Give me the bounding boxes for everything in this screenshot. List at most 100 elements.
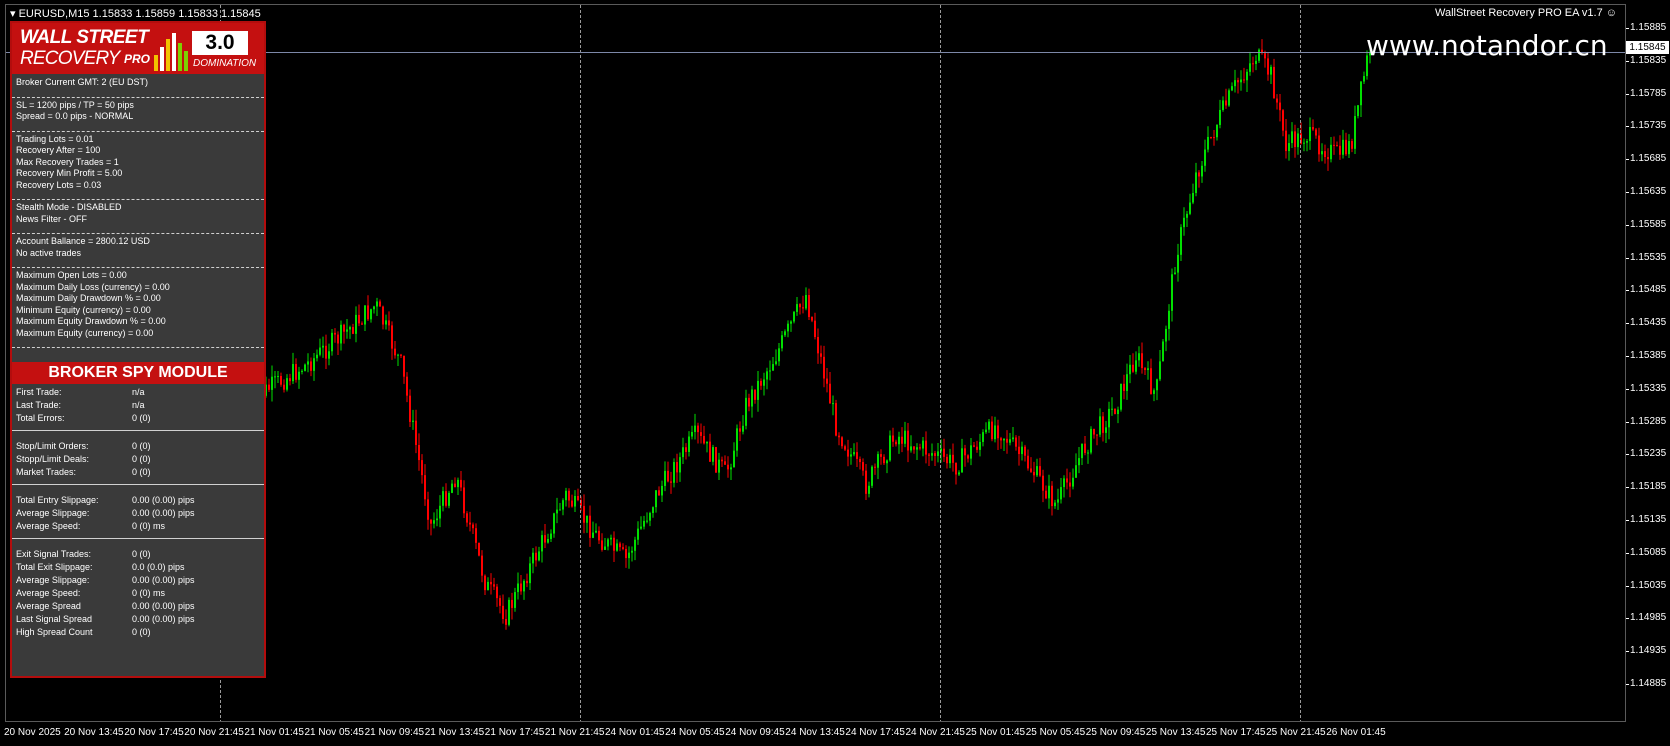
- candle-body: [538, 551, 540, 561]
- panel-line: Maximum Open Lots = 0.00: [16, 270, 127, 280]
- spy-divider: [12, 430, 264, 432]
- candle-body: [1195, 172, 1197, 194]
- candle-body: [505, 619, 507, 625]
- candle-body: [487, 581, 489, 591]
- candle-body: [1339, 145, 1341, 155]
- candle-body: [454, 483, 456, 488]
- candle-body: [1036, 466, 1038, 476]
- candle-body: [1342, 139, 1344, 155]
- candle-body: [832, 403, 834, 405]
- panel-line: Account Ballance = 2800.12 USD: [16, 236, 150, 246]
- spy-label: Average Slippage:: [16, 575, 90, 585]
- candle-body: [424, 475, 426, 500]
- time-tick-label: 25 Nov 13:45: [1145, 727, 1206, 738]
- candle-body: [733, 450, 735, 468]
- candle-body: [334, 332, 336, 335]
- smiley-icon[interactable]: ☺: [1606, 7, 1617, 19]
- candle-body: [895, 441, 897, 445]
- candle-body: [757, 380, 759, 400]
- candle-body: [676, 462, 678, 473]
- panel-divider: [12, 199, 264, 201]
- candle-body: [1198, 172, 1200, 177]
- candle-body: [1357, 105, 1359, 117]
- candle-body: [817, 337, 819, 354]
- candle-body: [811, 317, 813, 321]
- candle-body: [343, 324, 345, 332]
- candle-body: [1222, 100, 1224, 110]
- candle-body: [670, 481, 672, 483]
- candle-body: [364, 305, 366, 325]
- candle-body: [1288, 143, 1290, 152]
- candle-body: [268, 384, 270, 390]
- price-tick-mark: [1626, 192, 1629, 193]
- candle-body: [697, 425, 699, 433]
- time-tick-label: 21 Nov 01:45: [244, 727, 304, 738]
- candle-body: [328, 351, 330, 359]
- candle-body: [619, 543, 621, 548]
- candle-body: [988, 421, 990, 430]
- panel-line: SL = 1200 pips / TP = 50 pips: [16, 99, 134, 110]
- spy-value: 0 (0): [132, 627, 151, 637]
- candle-body: [589, 515, 591, 538]
- price-tick-label: 1.15235: [1630, 448, 1667, 460]
- candle-body: [412, 420, 414, 422]
- candle-body: [1069, 482, 1071, 487]
- candle-body: [937, 451, 939, 456]
- candle-body: [352, 327, 354, 334]
- candle-body: [592, 532, 594, 538]
- candle-body: [1273, 66, 1275, 99]
- candle-body: [1204, 149, 1206, 166]
- price-tick-label: 1.15785: [1630, 87, 1667, 99]
- candle-body: [1060, 487, 1062, 500]
- spy-value: 0.00 (0.00) pips: [132, 495, 195, 505]
- panel-line: Spread = 0.0 pips - NORMAL: [16, 111, 134, 121]
- candle-body: [442, 491, 444, 506]
- panel-line: Broker Current GMT: 2 (EU DST): [16, 77, 149, 87]
- price-tick-mark: [1626, 618, 1629, 620]
- dropdown-triangle-icon[interactable]: ▾: [10, 8, 16, 20]
- candle-body: [1150, 368, 1152, 394]
- candle-body: [415, 420, 417, 445]
- candle-body: [901, 436, 903, 444]
- current-price-label: 1.15845: [1626, 41, 1669, 54]
- candle-body: [742, 425, 744, 432]
- candle-body: [1177, 254, 1179, 273]
- candle-body: [1084, 443, 1086, 453]
- price-tick-mark: [1626, 684, 1629, 685]
- candle-body: [1018, 446, 1020, 455]
- candle-body: [658, 490, 660, 496]
- candle-body: [409, 395, 411, 422]
- chart-window[interactable]: ▾ EURUSD,M15 1.15833 1.15859 1.15833 1.1…: [0, 0, 1670, 746]
- price-tick-mark: [1626, 93, 1629, 95]
- candle-body: [319, 347, 321, 355]
- candle-body: [379, 301, 381, 307]
- candle-body: [1252, 63, 1254, 65]
- candle-body: [289, 378, 291, 382]
- candle-body: [910, 446, 912, 451]
- panel-section: Stealth Mode - DISABLED News Filter - OFF: [12, 202, 264, 225]
- candle-body: [964, 448, 966, 456]
- candle-body: [1051, 485, 1053, 507]
- watermark-text: www.notandor.cn: [1366, 29, 1608, 62]
- price-tick-label: 1.14935: [1630, 645, 1667, 657]
- price-tick-label: 1.15685: [1630, 153, 1667, 165]
- candle-body: [1153, 390, 1155, 394]
- candle-body: [298, 371, 300, 380]
- candle-body: [991, 421, 993, 440]
- candle-body: [490, 581, 492, 585]
- candle-body: [913, 446, 915, 450]
- time-tick-label: 25 Nov 17:45: [1206, 727, 1266, 738]
- candle-body: [760, 380, 762, 386]
- price-tick-mark: [1626, 257, 1629, 259]
- candle-body: [1123, 383, 1125, 391]
- price-tick-mark: [1626, 651, 1629, 653]
- candle-body: [355, 314, 357, 334]
- candle-body: [1174, 272, 1176, 275]
- candle-body: [856, 452, 858, 459]
- candle-body: [403, 355, 405, 377]
- candle-body: [778, 348, 780, 362]
- candle-body: [1219, 109, 1221, 125]
- candle-body: [1030, 468, 1032, 472]
- candle-body: [1276, 98, 1278, 103]
- candle-body: [1045, 490, 1047, 499]
